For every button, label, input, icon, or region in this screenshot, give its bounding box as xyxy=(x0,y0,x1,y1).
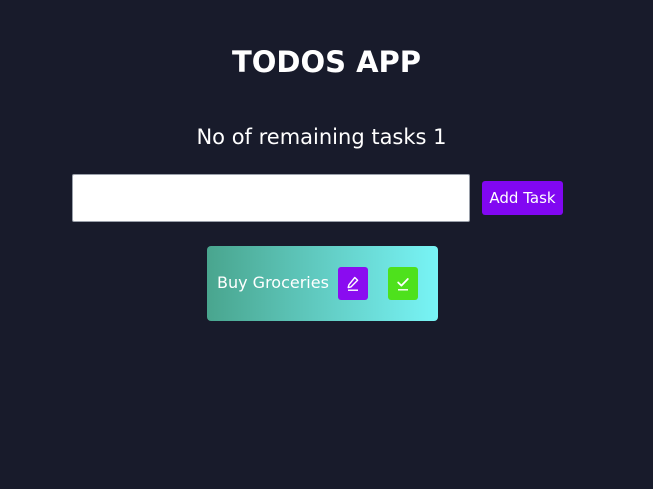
edit-todo-button[interactable] xyxy=(338,267,368,300)
todo-item: Buy Groceries xyxy=(207,246,438,321)
todo-item-text: Buy Groceries xyxy=(217,273,329,292)
pencil-icon xyxy=(347,276,359,291)
task-input[interactable] xyxy=(72,174,470,222)
remaining-tasks-count: No of remaining tasks 1 xyxy=(196,125,447,149)
complete-todo-button[interactable] xyxy=(388,267,418,300)
check-icon xyxy=(397,277,409,291)
add-task-button[interactable]: Add Task xyxy=(482,181,563,215)
todo-app: TODOS APP No of remaining tasks 1 Add Ta… xyxy=(0,0,653,489)
page-title: TODOS APP xyxy=(231,45,422,79)
